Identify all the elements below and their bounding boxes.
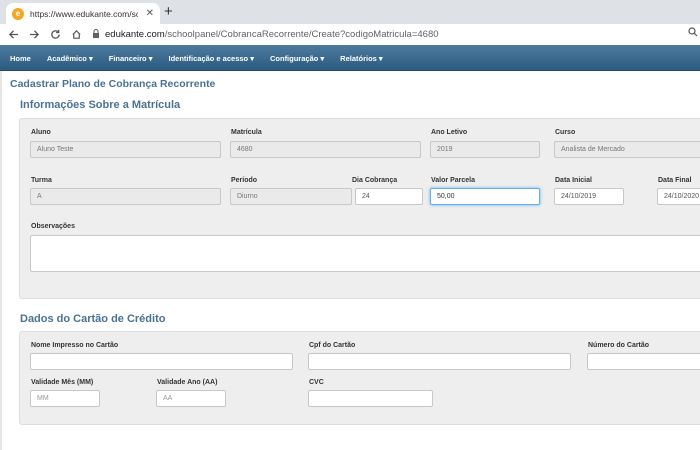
aluno-field[interactable]: Aluno Teste xyxy=(30,141,221,158)
valor-parcela-input[interactable]: 50,00 xyxy=(430,188,540,205)
dia-cobranca-input[interactable]: 24 xyxy=(355,188,423,205)
home-icon[interactable] xyxy=(68,26,84,42)
data-inicial-label: Data Inicial xyxy=(555,177,592,184)
cvc-input[interactable] xyxy=(308,390,433,407)
numero-cartao-label: Número do Cartão xyxy=(588,342,650,349)
turma-field[interactable]: A xyxy=(30,188,221,205)
validade-mes-label: Validade Mês (MM) xyxy=(31,379,94,386)
address-bar-row: edukante.com/schoolpanel/CobrancaRecorre… xyxy=(0,24,700,44)
browser-tab[interactable]: e https://www.edukante.com/schoo ✕ xyxy=(6,3,160,24)
reload-icon[interactable] xyxy=(47,26,63,42)
tab-title: https://www.edukante.com/schoo xyxy=(30,8,138,19)
page-title: Cadastrar Plano de Cobrança Recorrente xyxy=(10,78,216,90)
page-left-edge xyxy=(0,71,2,450)
close-tab-icon[interactable]: ✕ xyxy=(146,8,154,19)
matricula-section-title: Informações Sobre a Matrícula xyxy=(20,99,181,111)
ano-letivo-label: Ano Letivo xyxy=(431,129,468,136)
curso-label: Curso xyxy=(555,129,576,136)
data-inicial-input[interactable]: 24/10/2019 xyxy=(554,188,624,205)
nome-cartao-label: Nome Impresso no Cartão xyxy=(31,342,119,349)
matricula-panel: Aluno Aluno Teste Matrícula 4680 Ano Let… xyxy=(19,118,700,299)
nome-cartao-input[interactable] xyxy=(30,353,293,370)
dia-cobranca-label: Dia Cobrança xyxy=(352,177,398,184)
valor-parcela-label: Valor Parcela xyxy=(431,177,475,184)
aluno-label: Aluno xyxy=(31,129,51,136)
matricula-label: Matrícula xyxy=(231,129,262,136)
main-navbar: Home Acadêmico ▾ Financeiro ▾ Identifica… xyxy=(0,45,700,71)
nav-relatorios[interactable]: Relatórios ▾ xyxy=(340,54,383,63)
nav-financeiro[interactable]: Financeiro ▾ xyxy=(109,54,153,63)
validade-mes-input[interactable]: MM xyxy=(30,390,100,407)
curso-field[interactable]: Analista de Mercado xyxy=(554,141,700,158)
back-icon[interactable] xyxy=(5,26,21,42)
observacoes-textarea[interactable] xyxy=(30,235,700,272)
numero-cartao-input[interactable] xyxy=(587,353,700,370)
address-bar[interactable]: edukante.com/schoolpanel/CobrancaRecorre… xyxy=(92,26,692,42)
browser-tab-bar: e https://www.edukante.com/schoo ✕ + xyxy=(0,0,700,24)
data-final-label: Data Final xyxy=(658,177,692,184)
forward-icon[interactable] xyxy=(26,26,42,42)
nav-configuracao[interactable]: Configuração ▾ xyxy=(270,54,324,63)
periodo-label: Período xyxy=(231,177,258,184)
edukante-favicon-icon: e xyxy=(12,7,24,20)
search-icon[interactable] xyxy=(688,27,698,40)
cartao-section-title: Dados do Cartão de Crédito xyxy=(20,313,166,325)
data-final-input[interactable]: 24/10/2020 xyxy=(657,188,700,205)
nav-home[interactable]: Home xyxy=(10,54,31,63)
ano-letivo-field[interactable]: 2019 xyxy=(430,141,540,158)
periodo-field[interactable]: Diurno xyxy=(230,188,352,205)
nav-academico[interactable]: Acadêmico ▾ xyxy=(47,54,93,63)
new-tab-icon[interactable]: + xyxy=(164,3,173,21)
url-host: edukante.com xyxy=(105,28,165,40)
turma-label: Turma xyxy=(31,177,52,184)
nav-identificacao[interactable]: Identificação e acesso ▾ xyxy=(169,54,254,63)
validade-ano-label: Validade Ano (AA) xyxy=(157,379,218,386)
matricula-field[interactable]: 4680 xyxy=(230,141,421,158)
observacoes-label: Observações xyxy=(31,223,75,230)
cvc-label: CVC xyxy=(309,379,324,386)
validade-ano-input[interactable]: AA xyxy=(156,390,226,407)
lock-icon xyxy=(92,28,100,40)
url-path: /schoolpanel/CobrancaRecorrente/Create?c… xyxy=(164,28,439,40)
cartao-panel: Nome Impresso no Cartão Cpf do Cartão Nú… xyxy=(19,331,700,425)
cpf-cartao-input[interactable] xyxy=(308,353,571,370)
cpf-cartao-label: Cpf do Cartão xyxy=(309,342,356,349)
